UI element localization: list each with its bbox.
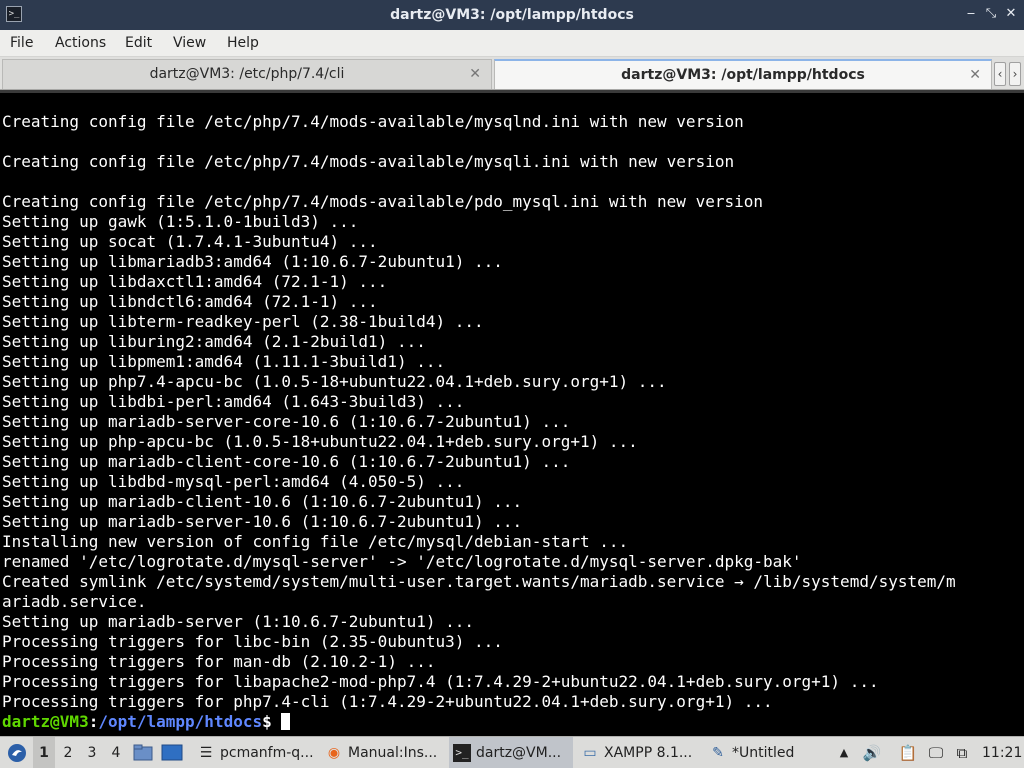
close-button[interactable]: ✕ bbox=[1002, 5, 1020, 23]
workspace-1[interactable]: 1 bbox=[33, 737, 55, 768]
terminal-line: renamed '/etc/logrotate.d/mysql-server' … bbox=[2, 552, 802, 571]
terminal-line: Setting up mariadb-server-core-10.6 (1:1… bbox=[2, 412, 571, 431]
terminal-line: Setting up php-apcu-bc (1.0.5-18+ubuntu2… bbox=[2, 432, 638, 451]
file-manager-icon[interactable] bbox=[133, 737, 155, 768]
terminal-line: Setting up mariadb-server (1:10.6.7-2ubu… bbox=[2, 612, 475, 631]
terminal-line: Processing triggers for libapache2-mod-p… bbox=[2, 672, 879, 691]
show-desktop-icon[interactable] bbox=[161, 737, 185, 768]
file-list-icon: ☰ bbox=[199, 745, 213, 761]
prompt-user-host: dartz@VM3 bbox=[2, 712, 89, 731]
maximize-button[interactable]: ⤡ bbox=[982, 5, 1000, 23]
up-arrow-icon[interactable]: ▲ bbox=[833, 737, 855, 768]
terminal-line: Setting up libmariadb3:amd64 (1:10.6.7-2… bbox=[2, 252, 503, 271]
menu-actions[interactable]: Actions bbox=[55, 34, 106, 52]
text-editor-icon: ✎ bbox=[712, 745, 724, 761]
terminal-prompt-line[interactable]: dartz@VM3:/opt/lampp/htdocs$ bbox=[2, 712, 1016, 732]
terminal-line: Creating config file /etc/php/7.4/mods-a… bbox=[2, 152, 735, 171]
task-pcmanfm[interactable]: ☰ pcmanfm-q... bbox=[193, 737, 317, 768]
window-title: dartz@VM3: /opt/lampp/htdocs bbox=[390, 7, 634, 23]
task-label: pcmanfm-q... bbox=[220, 745, 314, 761]
task-label: Manual:Ins... bbox=[348, 745, 438, 761]
terminal-line: Creating config file /etc/php/7.4/mods-a… bbox=[2, 112, 744, 131]
menu-file[interactable]: File bbox=[10, 34, 33, 52]
tab-label: dartz@VM3: /etc/php/7.4/cli bbox=[149, 66, 345, 82]
terminal-icon: >_ bbox=[453, 744, 471, 762]
task-terminal[interactable]: >_ dartz@VM... bbox=[449, 737, 573, 768]
terminal-line: Setting up libdbi-perl:amd64 (1.643-3bui… bbox=[2, 392, 465, 411]
terminal-lines: Creating config file /etc/php/7.4/mods-a… bbox=[2, 112, 1016, 732]
terminal-line: Creating config file /etc/php/7.4/mods-a… bbox=[2, 192, 763, 211]
prompt-symbol: $ bbox=[262, 712, 282, 731]
terminal-line: Processing triggers for man-db (2.10.2-1… bbox=[2, 652, 436, 671]
terminal-line: Setting up liburing2:amd64 (2.1-2build1)… bbox=[2, 332, 426, 351]
terminal-cursor bbox=[281, 713, 291, 730]
terminal-line: Setting up libdaxctl1:amd64 (72.1-1) ... bbox=[2, 272, 388, 291]
tab-close-icon[interactable]: ✕ bbox=[969, 61, 981, 89]
menu-bar: File Actions Edit View Help bbox=[0, 30, 1024, 57]
task-label: XAMPP 8.1... bbox=[604, 745, 693, 761]
tab-etc-php-cli[interactable]: dartz@VM3: /etc/php/7.4/cli ✕ bbox=[2, 59, 492, 89]
clipboard-icon[interactable]: 📋 bbox=[897, 737, 919, 768]
volume-icon[interactable]: 🔊 bbox=[861, 737, 883, 768]
terminal-line: Created symlink /etc/systemd/system/mult… bbox=[2, 572, 956, 591]
terminal-line: Setting up mariadb-server-10.6 (1:10.6.7… bbox=[2, 512, 523, 531]
terminal-output[interactable]: Creating config file /etc/php/7.4/mods-a… bbox=[0, 90, 1024, 736]
terminal-line: Setting up mariadb-client-10.6 (1:10.6.7… bbox=[2, 492, 523, 511]
task-label: *Untitled bbox=[732, 745, 795, 761]
terminal-line: Setting up php7.4-apcu-bc (1.0.5-18+ubun… bbox=[2, 372, 667, 391]
tab-scroll-right-icon[interactable]: › bbox=[1009, 62, 1021, 86]
terminal-line: Setting up libndctl6:amd64 (72.1-1) ... bbox=[2, 292, 378, 311]
task-label: dartz@VM... bbox=[476, 745, 562, 761]
workspace-2[interactable]: 2 bbox=[57, 737, 79, 768]
terminal-line: Processing triggers for php7.4-cli (1:7.… bbox=[2, 692, 773, 711]
terminal-scrollbar[interactable] bbox=[1016, 93, 1024, 736]
tab-close-icon[interactable]: ✕ bbox=[469, 60, 481, 88]
tab-scroll-left-icon[interactable]: ‹ bbox=[994, 62, 1006, 86]
tab-opt-lampp-htdocs[interactable]: dartz@VM3: /opt/lampp/htdocs ✕ bbox=[494, 59, 992, 89]
task-xampp[interactable]: ▭ XAMPP 8.1... bbox=[577, 737, 701, 768]
network-icon[interactable]: ⧉ bbox=[951, 737, 973, 768]
workspace-3[interactable]: 3 bbox=[81, 737, 103, 768]
menu-view[interactable]: View bbox=[173, 34, 206, 52]
tab-bar: dartz@VM3: /etc/php/7.4/cli ✕ dartz@VM3:… bbox=[0, 57, 1024, 90]
prompt-path: /opt/lampp/htdocs bbox=[98, 712, 263, 731]
clock[interactable]: 11:21 bbox=[982, 737, 1022, 768]
task-firefox[interactable]: ◉ Manual:Ins... bbox=[321, 737, 445, 768]
terminal-line: Installing new version of config file /e… bbox=[2, 532, 629, 551]
window-titlebar[interactable]: >_ dartz@VM3: /opt/lampp/htdocs ‒ ⤡ ✕ bbox=[0, 0, 1024, 30]
menu-edit[interactable]: Edit bbox=[125, 34, 152, 52]
terminal-line: Setting up libterm-readkey-perl (2.38-1b… bbox=[2, 312, 484, 331]
terminal-line: Setting up socat (1.7.4.1-3ubuntu4) ... bbox=[2, 232, 378, 251]
terminal-line: Setting up libdbd-mysql-perl:amd64 (4.05… bbox=[2, 472, 465, 491]
window-icon: ▭ bbox=[583, 745, 597, 761]
minimize-button[interactable]: ‒ bbox=[962, 5, 980, 23]
terminal-line: Setting up libpmem1:amd64 (1.11.1-3build… bbox=[2, 352, 446, 371]
start-menu-icon[interactable] bbox=[4, 737, 30, 768]
tab-label: dartz@VM3: /opt/lampp/htdocs bbox=[621, 67, 865, 83]
task-untitled-editor[interactable]: ✎ *Untitled bbox=[705, 737, 829, 768]
prompt-separator: : bbox=[88, 712, 99, 731]
menu-help[interactable]: Help bbox=[227, 34, 259, 52]
firefox-icon: ◉ bbox=[327, 745, 341, 761]
terminal-line: Setting up mariadb-client-core-10.6 (1:1… bbox=[2, 452, 571, 471]
taskbar: 1 2 3 4 ☰ pcmanfm-q... ◉ Manual:Ins... >… bbox=[0, 736, 1024, 768]
display-icon[interactable]: 🖵 bbox=[925, 737, 947, 768]
terminal-line: Processing triggers for libc-bin (2.35-0… bbox=[2, 632, 503, 651]
terminal-line: ariadb.service. bbox=[2, 592, 147, 611]
terminal-line: Setting up gawk (1:5.1.0-1build3) ... bbox=[2, 212, 359, 231]
workspace-4[interactable]: 4 bbox=[105, 737, 127, 768]
